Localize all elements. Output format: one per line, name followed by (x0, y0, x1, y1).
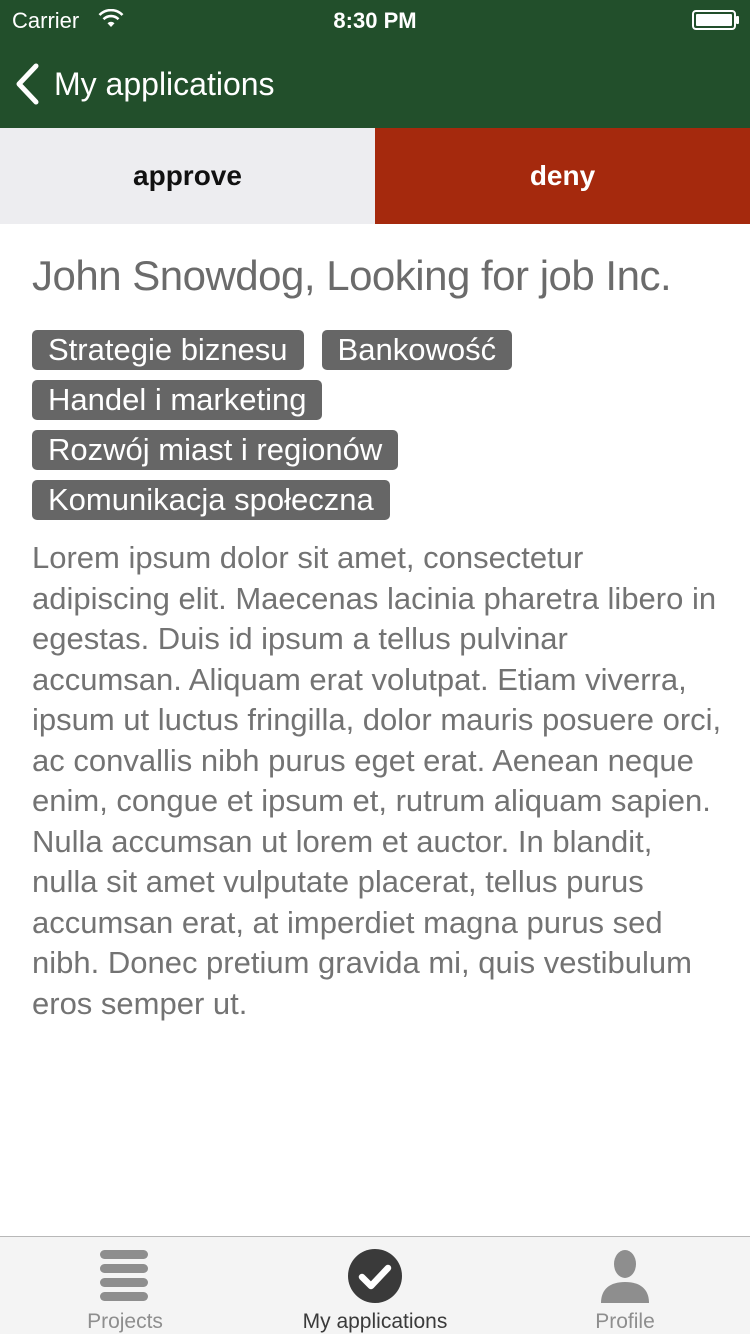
tab-label: Profile (595, 1310, 655, 1333)
deny-button[interactable]: deny (375, 128, 750, 224)
tag: Bankowość (321, 330, 513, 370)
application-detail: John Snowdog, Looking for job Inc. Strat… (32, 250, 722, 1024)
tag: Strategie biznesu (32, 330, 304, 370)
application-description: Lorem ipsum dolor sit amet, consectetur … (32, 540, 722, 1021)
back-button[interactable]: My applications (12, 56, 275, 112)
approve-button[interactable]: approve (0, 128, 375, 224)
tag: Handel i marketing (32, 380, 323, 420)
tab-profile[interactable]: Profile (500, 1237, 750, 1334)
tab-label: My applications (302, 1310, 448, 1333)
tab-label: Projects (87, 1310, 163, 1333)
tag: Rozwój miast i regionów (32, 430, 399, 470)
checkmark-circle-icon (348, 1249, 402, 1303)
person-icon (601, 1250, 649, 1303)
nav-bar: My applications (0, 40, 750, 128)
tab-my-applications[interactable]: My applications (250, 1237, 500, 1334)
tag: Komunikacja społeczna (32, 480, 390, 520)
tab-projects[interactable]: Projects (0, 1237, 250, 1334)
nav-title: My applications (54, 65, 275, 102)
tab-bar: Projects My applications Profile (0, 1236, 750, 1334)
tag-list: Strategie biznesu Bankowość Handel i mar… (32, 330, 592, 530)
back-chevron-icon (16, 63, 39, 105)
applicant-title: John Snowdog, Looking for job Inc. (32, 252, 672, 299)
action-row: approve deny (0, 128, 750, 224)
header: Carrier 8:30 PM My applications (0, 0, 750, 128)
status-time: 8:30 PM (333, 8, 417, 33)
list-icon (100, 1250, 148, 1301)
battery-icon (692, 10, 739, 30)
status-bar: Carrier 8:30 PM (0, 0, 750, 40)
